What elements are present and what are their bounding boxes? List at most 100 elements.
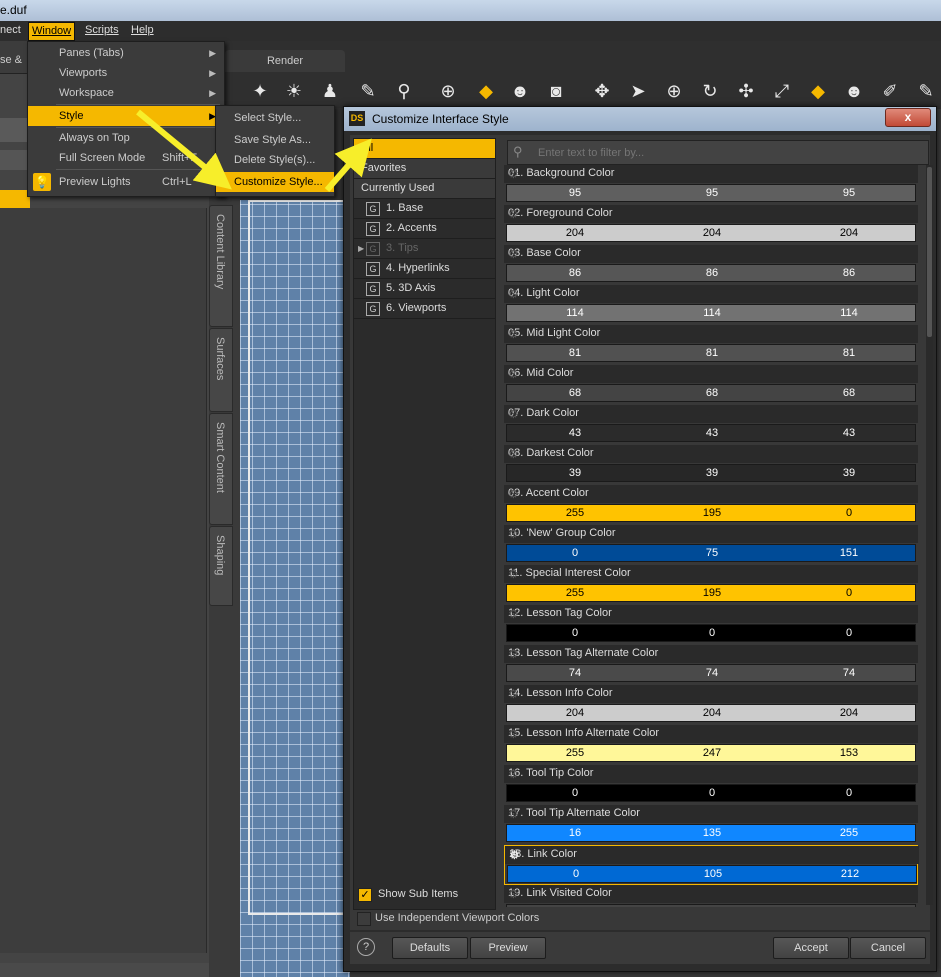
gear-icon[interactable]: ⚙ — [508, 326, 914, 342]
color-swatch-bar[interactable]: 0 105 212 — [507, 865, 917, 883]
color-channel-g[interactable]: 43 — [644, 425, 780, 441]
gear-icon[interactable]: ⚙ — [508, 686, 914, 702]
show-sub-items-checkbox[interactable]: ✓ Show Sub Items — [358, 886, 488, 904]
color-swatch-bar[interactable]: 204 204 204 — [506, 704, 916, 722]
color-swatch-bar[interactable] — [506, 904, 916, 907]
property-row[interactable]: 08. Darkest Color ⚙ 39 39 39 — [504, 445, 918, 485]
universal-tool-icon[interactable]: ⊕ — [436, 80, 460, 102]
independent-viewport-checkbox[interactable]: Use Independent Viewport Colors — [357, 910, 657, 928]
category-base[interactable]: G 1. Base — [354, 199, 495, 219]
gear-icon[interactable]: ⚙ — [508, 166, 914, 182]
figure-icon[interactable]: ☻ — [508, 80, 532, 102]
menu-help[interactable]: Help — [131, 24, 154, 36]
gear-icon[interactable]: ⚙ — [508, 286, 914, 302]
color-channel-r[interactable]: 204 — [507, 225, 643, 241]
color-channel-r[interactable]: 114 — [507, 305, 643, 321]
color-channel-r[interactable]: 0 — [508, 866, 644, 882]
joint-editor-icon[interactable]: ⚲ — [392, 80, 416, 102]
camera-icon[interactable]: ◙ — [544, 80, 568, 102]
color-swatch-bar[interactable]: 114 114 114 — [506, 304, 916, 322]
color-channel-b[interactable]: 204 — [781, 705, 917, 721]
select-tool-icon[interactable]: ➤ — [626, 80, 650, 102]
color-channel-b[interactable]: 95 — [781, 185, 917, 201]
color-channel-r[interactable]: 16 — [507, 825, 643, 841]
menu-item-workspace[interactable]: Workspace ▶ — [28, 83, 224, 103]
menu-item-delete-style[interactable]: Delete Style(s)... — [216, 150, 334, 170]
property-row[interactable]: 14. Lesson Info Color ⚙ 204 204 204 — [504, 685, 918, 725]
tab-shaping[interactable]: Shaping — [209, 526, 233, 606]
color-channel-r[interactable]: 43 — [507, 425, 643, 441]
color-channel-b[interactable]: 0 — [781, 505, 917, 521]
color-channel-r[interactable]: 0 — [507, 785, 643, 801]
surface-selection-icon[interactable]: ◆ — [474, 80, 498, 102]
color-channel-r[interactable]: 81 — [507, 345, 643, 361]
color-channel-b[interactable]: 81 — [781, 345, 917, 361]
translate-tool-icon[interactable]: ✣ — [734, 80, 758, 102]
color-channel-r[interactable]: 204 — [507, 705, 643, 721]
property-row[interactable]: 01. Background Color ⚙ 95 95 95 — [504, 165, 918, 205]
accept-button[interactable]: Accept — [773, 937, 849, 959]
color-channel-b[interactable]: 43 — [781, 425, 917, 441]
category-accents[interactable]: G 2. Accents — [354, 219, 495, 239]
tab-surfaces[interactable]: Surfaces — [209, 328, 233, 412]
gear-icon[interactable]: ⚙ — [508, 206, 914, 222]
color-channel-g[interactable]: 105 — [645, 866, 781, 882]
property-row[interactable]: 11. Special Interest Color ⚙ 255 195 0 — [504, 565, 918, 605]
property-row[interactable]: 19. Link Visited Color ⚙ — [504, 885, 918, 907]
tab-render[interactable]: Render — [225, 50, 345, 72]
color-swatch-bar[interactable]: 255 195 0 — [506, 584, 916, 602]
color-channel-b[interactable]: 153 — [781, 745, 917, 761]
menu-item-select-style[interactable]: Select Style... — [216, 108, 334, 128]
dialog-title-bar[interactable]: DS Customize Interface Style x — [344, 107, 936, 131]
gear-icon[interactable]: ⚙ — [508, 446, 914, 462]
color-swatch-bar[interactable]: 204 204 204 — [506, 224, 916, 242]
color-swatch-bar[interactable]: 39 39 39 — [506, 464, 916, 482]
property-row[interactable]: 17. Tool Tip Alternate Color ⚙ 16 135 255 — [504, 805, 918, 845]
color-channel-r[interactable]: 39 — [507, 465, 643, 481]
gear-icon[interactable]: ⚙ — [508, 606, 914, 622]
color-swatch-bar[interactable]: 000 — [506, 784, 916, 802]
move-tool-icon[interactable]: ✥ — [590, 80, 614, 102]
color-channel-g[interactable]: 204 — [644, 705, 780, 721]
color-channel-b[interactable]: 68 — [781, 385, 917, 401]
color-channel-b[interactable]: 39 — [781, 465, 917, 481]
color-channel-b[interactable]: 0 — [781, 785, 917, 801]
category-all[interactable]: All — [354, 139, 495, 159]
color-swatch-bar[interactable]: 74 74 74 — [506, 664, 916, 682]
cancel-button[interactable]: Cancel — [850, 937, 926, 959]
help-icon[interactable]: ? — [357, 938, 375, 956]
color-channel-r[interactable]: 95 — [507, 185, 643, 201]
color-channel-b[interactable]: 151 — [781, 545, 917, 561]
property-row[interactable]: 03. Base Color ⚙ 86 86 86 — [504, 245, 918, 285]
color-swatch-bar[interactable]: 255 195 0 — [506, 504, 916, 522]
color-channel-g[interactable]: 0 — [644, 625, 780, 641]
close-button[interactable]: x — [885, 108, 931, 127]
gear-icon[interactable]: ⚙ — [508, 646, 914, 662]
color-channel-g[interactable]: 75 — [644, 545, 780, 561]
color-channel-r[interactable]: 86 — [507, 265, 643, 281]
rotate-tool-icon[interactable]: ↻ — [698, 80, 722, 102]
color-swatch-bar[interactable]: 255 247 153 — [506, 744, 916, 762]
left-pane-selected-row[interactable] — [0, 190, 30, 208]
property-row[interactable]: 18. Link Color ⚭ ♡ ⚙ 0 105 212 — [504, 845, 919, 885]
color-channel-g[interactable]: 114 — [644, 305, 780, 321]
color-channel-b[interactable]: 255 — [781, 825, 917, 841]
color-channel-g[interactable]: 39 — [644, 465, 780, 481]
color-channel-g[interactable]: 195 — [644, 505, 780, 521]
color-channel-g[interactable]: 74 — [644, 665, 780, 681]
gear-icon[interactable]: ⚙ — [508, 566, 914, 582]
left-tab-label[interactable]: se & — [0, 54, 22, 66]
gear-icon[interactable]: ⚙ — [508, 726, 914, 742]
tab-smart-content[interactable]: Smart Content — [209, 413, 233, 525]
preview-button[interactable]: Preview — [470, 937, 546, 959]
color-channel-b[interactable]: 204 — [781, 225, 917, 241]
menu-window[interactable]: Window — [28, 22, 76, 41]
color-channel-b[interactable]: 212 — [782, 866, 918, 882]
color-channel-b[interactable]: 114 — [781, 305, 917, 321]
color-channel-g[interactable]: 204 — [644, 225, 780, 241]
property-row[interactable]: 09. Accent Color ⚙ 255 195 0 — [504, 485, 918, 525]
distant-light-icon[interactable]: ☀ — [282, 80, 306, 102]
category-tips[interactable]: ▶ G 3. Tips — [354, 239, 495, 259]
color-swatch-bar[interactable]: 95 95 95 — [506, 184, 916, 202]
color-channel-g[interactable]: 0 — [644, 785, 780, 801]
